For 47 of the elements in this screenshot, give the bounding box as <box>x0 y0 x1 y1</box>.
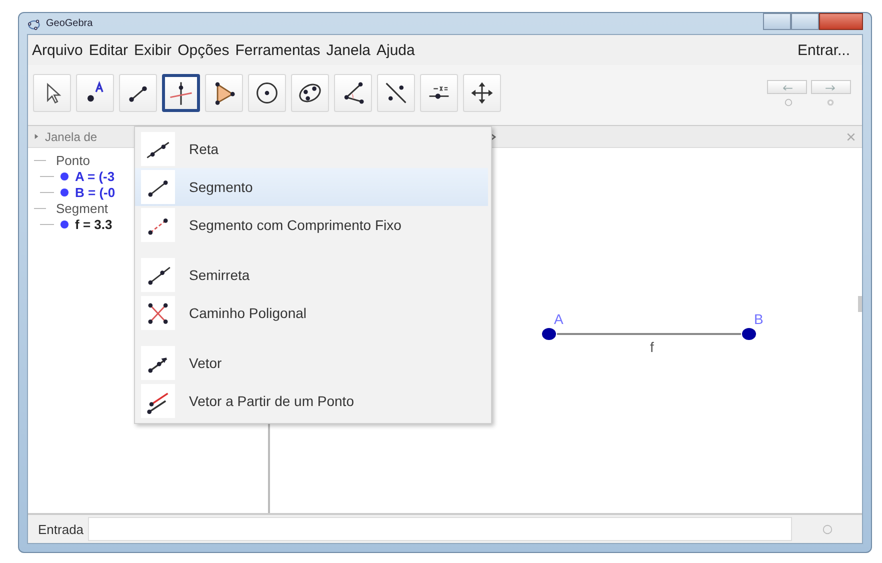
login-link[interactable]: Entrar... <box>797 42 858 58</box>
point[interactable] <box>542 328 556 340</box>
tool-menu-item[interactable]: Segmento <box>135 168 488 206</box>
close-button[interactable] <box>819 13 863 30</box>
window-title: GeoGebra <box>46 18 93 29</box>
tool-menu-label: Vetor <box>189 355 222 371</box>
point-icon[interactable] <box>60 172 69 180</box>
tool-menu-item[interactable]: Semirreta <box>135 256 488 294</box>
panel-title: Janela de <box>45 130 98 144</box>
tool-menu-label: Reta <box>189 141 219 157</box>
algebra-object[interactable]: B = (-0 <box>75 184 116 200</box>
tool-menu-label: Semirreta <box>189 267 250 283</box>
input-label: Entrada <box>37 522 85 536</box>
point-icon[interactable] <box>60 188 69 196</box>
tool-menu-item[interactable]: Reta <box>135 130 488 168</box>
menu-item[interactable]: Janela <box>326 42 370 58</box>
menu-item[interactable]: Ferramentas <box>235 42 320 58</box>
menu-item[interactable]: Arquivo <box>32 42 83 58</box>
expand-icon[interactable] <box>34 133 39 140</box>
menu-item[interactable]: Exibir <box>134 42 172 58</box>
point-label: A <box>554 311 564 327</box>
algebra-object[interactable]: f = 3.3 <box>75 216 112 232</box>
segment-label: f <box>650 339 654 355</box>
menu-item[interactable]: Editar <box>88 42 128 58</box>
input-field[interactable] <box>88 517 792 541</box>
menu-item[interactable]: Opções <box>178 42 230 58</box>
perpendicular-icon <box>167 79 195 107</box>
tool-button[interactable] <box>162 74 200 112</box>
tool-menu-item[interactable]: Segmento com Comprimento Fixo <box>135 206 488 244</box>
tool-menu-label: Caminho Poligonal <box>189 305 307 321</box>
point[interactable] <box>742 328 756 340</box>
point-label: B <box>754 311 764 327</box>
tool-menu-item[interactable]: Vetor <box>135 344 488 382</box>
menu-item[interactable]: Ajuda <box>376 42 415 58</box>
panel-handle[interactable] <box>858 296 862 312</box>
tool-menu-label: Segmento com Comprimento Fixo <box>189 217 402 233</box>
tool-menu-item[interactable]: Vetor a Partir de um Ponto <box>135 382 488 420</box>
tool-menu-label: Segmento <box>189 179 253 195</box>
tool-menu-item[interactable]: Caminho Poligonal <box>135 294 488 332</box>
tool-menu-label: Vetor a Partir de um Ponto <box>189 393 354 409</box>
tree-group-label[interactable]: Segment <box>56 200 108 216</box>
point-icon[interactable] <box>60 220 69 228</box>
maximize-button[interactable] <box>791 13 819 30</box>
tree-group-label[interactable]: Ponto <box>56 152 90 168</box>
algebra-object[interactable]: A = (-3 <box>75 168 115 184</box>
expand-icon[interactable] <box>490 132 496 140</box>
minimize-button[interactable] <box>763 13 791 30</box>
